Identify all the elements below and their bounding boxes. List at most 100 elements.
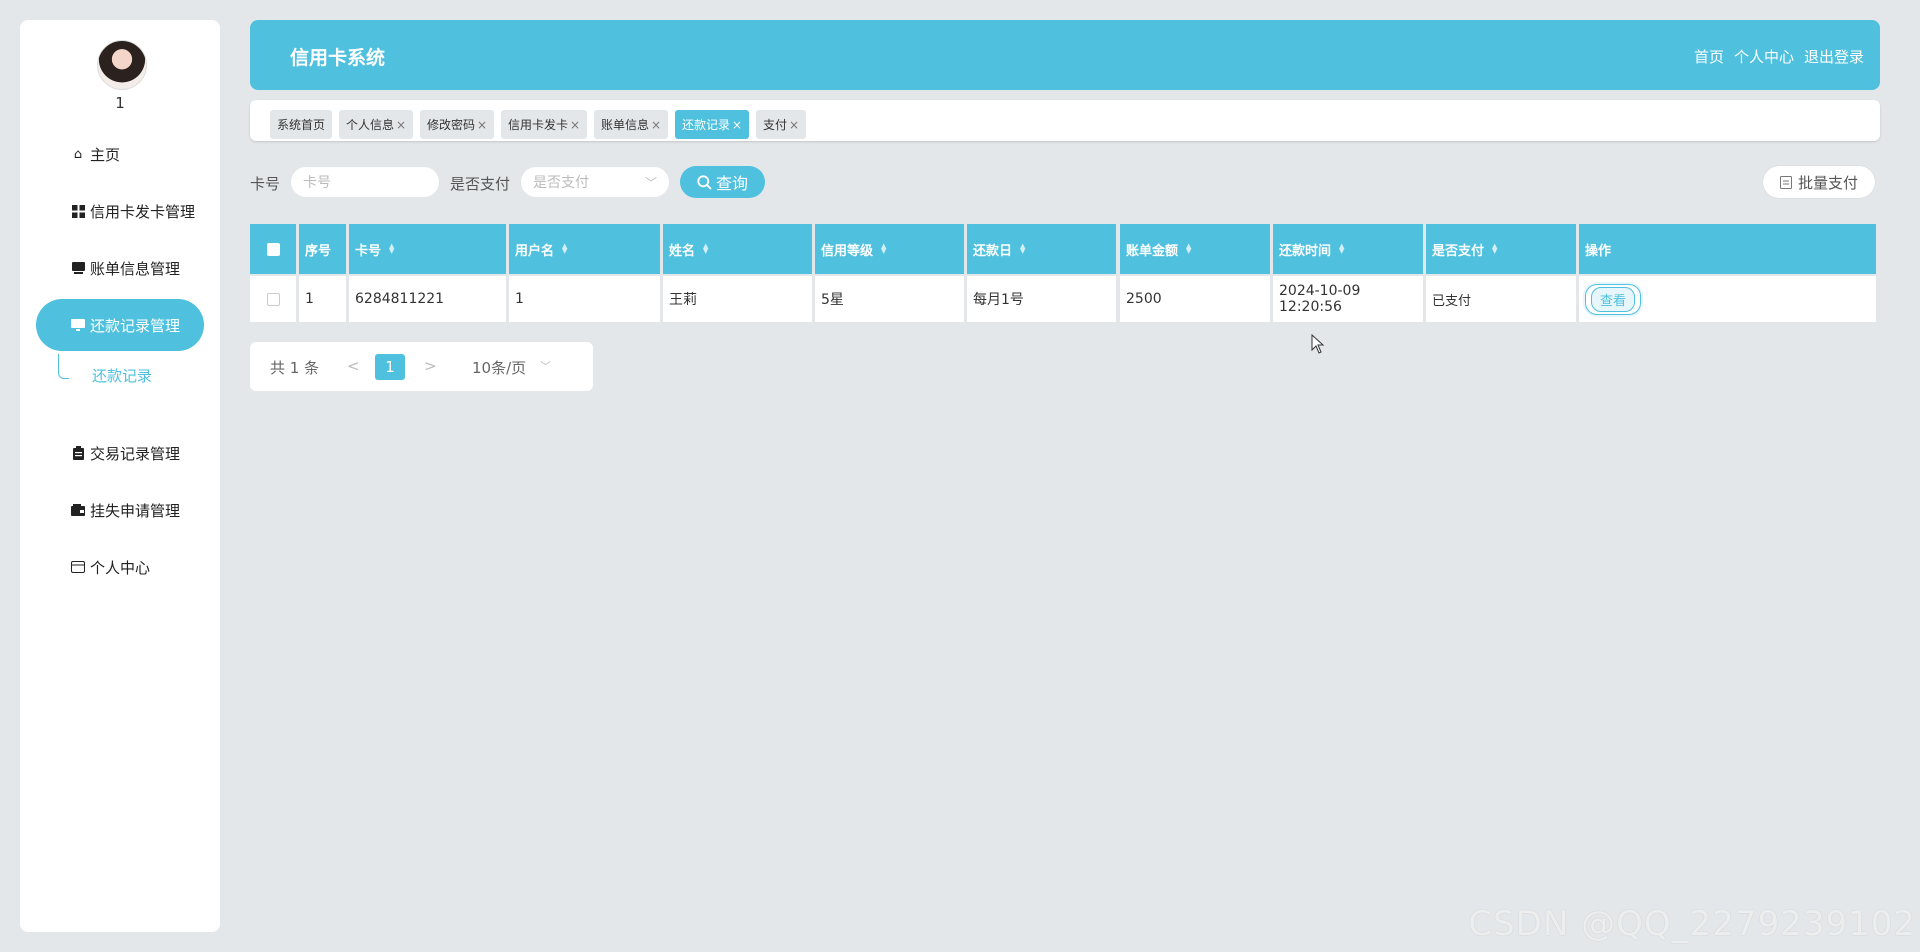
tab-label: 修改密码 [427, 118, 476, 132]
table-header-repay-time[interactable]: 还款时间 ▲ ▼ [1273, 224, 1423, 274]
paid-status-label: 是否支付 [450, 175, 511, 193]
sidebar-item-personal-center[interactable]: 个人中心 [36, 541, 204, 593]
close-icon[interactable]: × [651, 118, 661, 132]
card-number-input[interactable]: 卡号 [290, 166, 440, 198]
header-links: 首页 个人中心 退出登录 [1694, 46, 1864, 67]
home-icon: ⌂ [73, 146, 83, 162]
sidebar-item-card-issue[interactable]: 信用卡发卡管理 [36, 185, 204, 237]
tab-payment[interactable]: 支付 × [756, 110, 807, 139]
close-icon[interactable]: × [570, 118, 580, 132]
pagination: 共 1 条 < 1 > 10条/页 ﹀ [250, 342, 593, 391]
table-cell-due-day: 每月1号 [967, 276, 1116, 322]
table-cell-card: 6284811221 [349, 276, 506, 322]
sidebar-item-label: 账单信息管理 [90, 259, 181, 278]
tab-change-password[interactable]: 修改密码 × [420, 110, 495, 139]
query-button-label: 查询 [715, 174, 748, 193]
sidebar-item-repayment[interactable]: 还款记录管理 [36, 299, 204, 351]
avatar[interactable] [97, 40, 147, 90]
next-page-button[interactable]: > [424, 357, 437, 375]
sort-icon[interactable]: ▲ ▼ [1339, 243, 1344, 255]
tab-bill-info[interactable]: 账单信息 × [594, 110, 669, 139]
tab-label: 个人信息 [346, 118, 395, 132]
sort-icon[interactable]: ▲ ▼ [389, 243, 394, 255]
table-cell-name: 王莉 [663, 276, 812, 322]
pay-icon [1779, 175, 1792, 189]
sidebar-item-home[interactable]: ⌂ 主页 [36, 128, 204, 180]
header-label: 账单金额 [1126, 243, 1179, 259]
sort-icon[interactable]: ▲ ▼ [562, 243, 567, 255]
table-header-paid[interactable]: 是否支付 ▲ ▼ [1426, 224, 1576, 274]
close-icon[interactable]: × [477, 118, 487, 132]
sidebar-item-label: 主页 [90, 145, 121, 164]
table-row-select [250, 276, 296, 322]
tabs-bar: 系统首页 个人信息 × 修改密码 × 信用卡发卡 × 账单信息 × 还款记录 × 支付 × [250, 100, 1880, 141]
header-label: 序号 [305, 243, 332, 259]
sidebar-item-transaction[interactable]: 交易记录管理 [36, 427, 204, 479]
tab-label: 还款记录 [682, 118, 731, 132]
sort-icon[interactable]: ▲ ▼ [1186, 243, 1191, 255]
card-number-label: 卡号 [250, 175, 281, 193]
tab-label: 信用卡发卡 [508, 118, 569, 132]
sidebar-item-bill[interactable]: 账单信息管理 [36, 242, 204, 294]
top-header: 信用卡系统 首页 个人中心 退出登录 [250, 20, 1880, 90]
tab-system-home[interactable]: 系统首页 [270, 110, 333, 139]
tab-card-issue[interactable]: 信用卡发卡 × [501, 110, 588, 139]
watermark: CSDN @QQ_2279239102 [1468, 904, 1916, 944]
table-cell-index: 1 [299, 276, 346, 322]
tab-repayment-record[interactable]: 还款记录 × [675, 110, 750, 139]
sort-icon[interactable]: ▲ ▼ [881, 243, 886, 255]
paid-status-placeholder: 是否支付 [533, 175, 589, 191]
batch-pay-button[interactable]: 批量支付 [1763, 166, 1875, 198]
header-label: 用户名 [515, 243, 555, 259]
header-link-personal-center[interactable]: 个人中心 [1734, 46, 1794, 67]
paid-status-select[interactable]: 是否支付 ﹀ [520, 166, 670, 198]
close-icon[interactable]: × [396, 118, 406, 132]
sidebar-subitem-repayment-record[interactable]: 还款记录 [92, 365, 152, 386]
table-cell-amount: 2500 [1120, 276, 1270, 322]
row-checkbox[interactable] [266, 292, 280, 306]
table-cell-username: 1 [509, 276, 660, 322]
close-icon[interactable]: × [732, 118, 742, 132]
tab-personal-info[interactable]: 个人信息 × [339, 110, 414, 139]
table-header-index: 序号 [299, 224, 346, 274]
view-button[interactable]: 查看 [1585, 283, 1642, 315]
page-number-current[interactable]: 1 [375, 354, 405, 380]
table-header-credit-level[interactable]: 信用等级 ▲ ▼ [815, 224, 964, 274]
header-link-home[interactable]: 首页 [1694, 46, 1724, 67]
table-header-action: 操作 [1579, 224, 1876, 274]
sort-icon[interactable]: ▲ ▼ [1492, 243, 1497, 255]
select-all-checkbox[interactable] [266, 242, 280, 256]
view-button-label: 查看 [1591, 286, 1636, 312]
sort-icon[interactable]: ▲ ▼ [1020, 243, 1025, 255]
batch-pay-label: 批量支付 [1797, 173, 1858, 192]
wallet-icon [70, 502, 86, 518]
close-icon[interactable]: × [789, 118, 799, 132]
header-label: 还款日 [973, 243, 1013, 259]
table-cell-action: 查看 [1579, 276, 1876, 322]
sort-icon[interactable]: ▲ ▼ [703, 243, 708, 255]
sidebar-item-label: 挂失申请管理 [90, 501, 181, 520]
prev-page-button[interactable]: < [347, 357, 360, 375]
sidebar-item-label: 还款记录管理 [90, 316, 181, 335]
submenu-connector [58, 354, 69, 379]
bill-icon [70, 260, 86, 276]
header-label: 是否支付 [1432, 243, 1485, 259]
pagination-total: 共 1 条 [270, 359, 320, 377]
card-icon [70, 559, 86, 575]
sidebar-username: 1 [115, 94, 125, 112]
header-link-logout[interactable]: 退出登录 [1804, 46, 1864, 67]
table-header-username[interactable]: 用户名 ▲ ▼ [509, 224, 660, 274]
search-icon [697, 174, 712, 190]
query-button[interactable]: 查询 [680, 166, 765, 198]
sidebar-item-loss-report[interactable]: 挂失申请管理 [36, 484, 204, 536]
chevron-down-icon: ﹀ [540, 360, 551, 373]
table-header-name[interactable]: 姓名 ▲ ▼ [663, 224, 812, 274]
sidebar-item-label: 交易记录管理 [90, 444, 181, 463]
header-label: 操作 [1585, 243, 1612, 259]
table-header-card[interactable]: 卡号 ▲ ▼ [349, 224, 506, 274]
table-header-amount[interactable]: 账单金额 ▲ ▼ [1120, 224, 1270, 274]
monitor-icon [70, 317, 86, 333]
page-size-select[interactable]: 10条/页 [472, 357, 526, 378]
table-header-due-day[interactable]: 还款日 ▲ ▼ [967, 224, 1116, 274]
mouse-cursor-icon [1311, 333, 1325, 358]
